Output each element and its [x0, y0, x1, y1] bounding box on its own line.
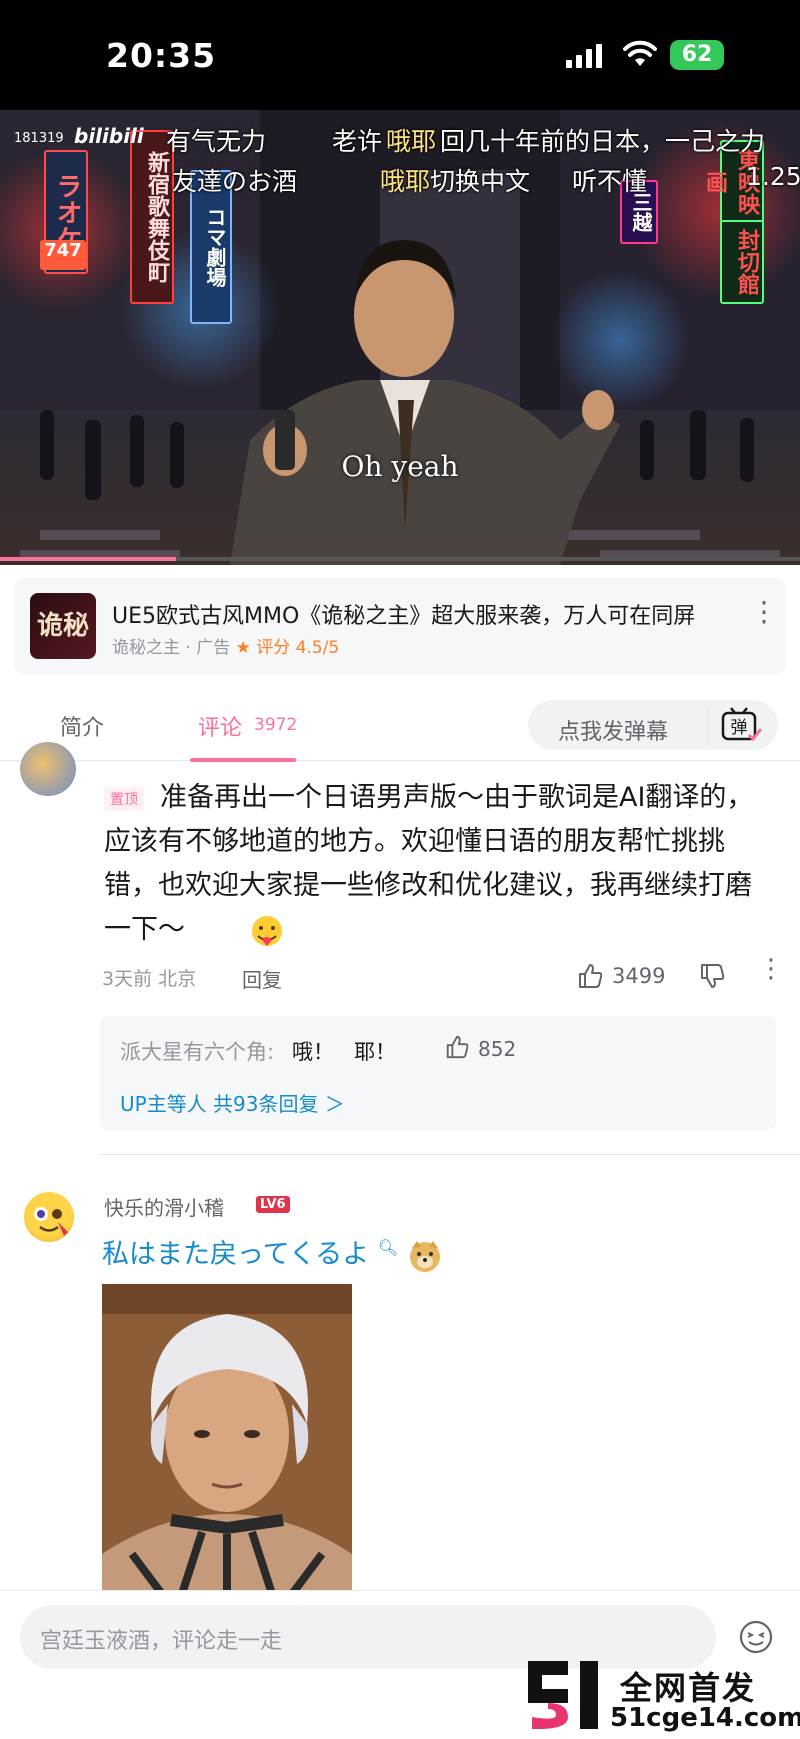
view-all-replies-link[interactable]: UP主等人 共93条回复 ＞	[120, 1088, 345, 1117]
danmaku-item: 回几十年前的日本，一己之力	[440, 127, 766, 156]
danmaku-item: 友達のお酒	[172, 167, 298, 196]
like-count: 3499	[612, 964, 666, 988]
comment-image[interactable]	[102, 1284, 352, 1594]
danmaku-item: 切换中文	[430, 167, 531, 196]
comment-count: 3972	[254, 715, 298, 735]
ad-advertiser: 诡秘之主 · 广告	[112, 638, 231, 658]
comment-text: 私はまた戻ってくるよ 🔍︎	[102, 1232, 443, 1274]
ad-logo: 诡秘	[30, 593, 96, 659]
danmaku-item: 哦耶	[380, 167, 431, 196]
video-subtitle: Oh yeah	[341, 450, 459, 483]
danmaku-item: 听不懂	[572, 167, 648, 196]
hug-emoji-icon	[194, 914, 282, 948]
tab-intro[interactable]: 简介	[60, 710, 104, 742]
battery-indicator: 62	[670, 40, 724, 70]
wifi-icon	[623, 40, 657, 66]
neon-sign: 747	[40, 240, 86, 270]
reply-button[interactable]: 回复	[242, 964, 282, 993]
tab-bar: 简介 评论 3972 点我发弹幕 弹	[0, 690, 800, 762]
video-progress-fill	[0, 557, 176, 561]
emoji-icon[interactable]	[738, 1619, 774, 1655]
ad-meta: 诡秘之主 · 广告 ★ 评分 4.5/5	[112, 633, 339, 658]
bilibili-watermark: bilibili	[74, 124, 144, 148]
thumbs-up-icon[interactable]	[444, 1034, 470, 1060]
neon-sign: 封切館	[720, 220, 764, 304]
ad-card[interactable]: 诡秘 UE5欧式古风MMO《诡秘之主》超大服来袭，万人可在同屏 诡秘之主 · 广…	[14, 578, 786, 674]
comment-text: 准备再出一个日语男声版～由于歌词是AI翻译的，应该有不够地道的地方。欢迎懂日语的…	[104, 776, 764, 952]
comment-placeholder: 宫廷玉液酒，评论走一走	[40, 1629, 283, 1654]
ad-rating: ★ 评分 4.5/5	[235, 638, 340, 658]
thumbs-up-icon[interactable]	[576, 962, 604, 990]
more-options-icon[interactable]: ⋮	[758, 956, 784, 982]
viewer-id: 181319	[14, 131, 64, 146]
status-bar: 20:35 62	[0, 0, 800, 110]
danmaku-placeholder: 点我发弹幕	[558, 720, 669, 745]
reply-text: 哦！ 耶！	[292, 1040, 397, 1064]
battery-level: 62	[681, 42, 713, 67]
comment-body[interactable]: 私はまた戻ってくるよ	[102, 1239, 369, 1270]
comment-meta: 3天前 北京	[102, 968, 197, 990]
bottom-comment-bar: 宫廷玉液酒，评论走一走 全网首发 51cge14.com	[0, 1590, 800, 1739]
reply-preview[interactable]: 派大星有六个角: 哦！ 耶！ 852 UP主等人 共93条回复 ＞	[100, 1016, 776, 1130]
active-tab-indicator	[190, 758, 296, 762]
danmaku-input[interactable]: 点我发弹幕 弹	[528, 700, 778, 750]
cellular-signal-icon	[566, 44, 602, 68]
danmaku-toggle-icon[interactable]: 弹	[708, 707, 767, 745]
danmaku-item: 1.25	[746, 162, 800, 191]
more-options-icon[interactable]: ⋮	[750, 598, 778, 626]
pinned-badge: 置顶	[104, 787, 144, 811]
avatar[interactable]	[20, 742, 76, 796]
danmaku-item: 哦耶	[386, 127, 437, 156]
thumbs-down-icon[interactable]	[698, 962, 726, 990]
video-player[interactable]: ラオケ 747 新宿歌舞伎町 コマ劇場 三越 東映映画 封切館 181319 b…	[0, 110, 800, 565]
danmaku-item: 老许	[332, 127, 383, 156]
tab-comments[interactable]: 评论	[198, 710, 242, 742]
status-time: 20:35	[106, 36, 217, 75]
reply-author[interactable]: 派大星有六个角:	[120, 1036, 274, 1066]
avatar[interactable]	[24, 1192, 74, 1242]
site-watermark-logo-icon	[528, 1661, 598, 1729]
reply-like-count: 852	[478, 1037, 517, 1061]
danmaku-item: 有气无力	[166, 127, 267, 156]
comment-divider	[100, 1154, 800, 1155]
comment-author[interactable]: 快乐的滑小稽	[104, 1192, 224, 1221]
level-badge: LV6	[256, 1196, 290, 1213]
site-watermark-url: 51cge14.com	[610, 1703, 800, 1733]
ad-title: UE5欧式古风MMO《诡秘之主》超大服来袭，万人可在同屏	[112, 604, 696, 629]
doge-emoji-icon	[409, 1240, 440, 1272]
search-icon[interactable]: 🔍︎	[378, 1238, 398, 1257]
danmaku-icon-label: 弹	[731, 718, 748, 738]
comment-input[interactable]: 宫廷玉液酒，评论走一走	[20, 1605, 716, 1669]
